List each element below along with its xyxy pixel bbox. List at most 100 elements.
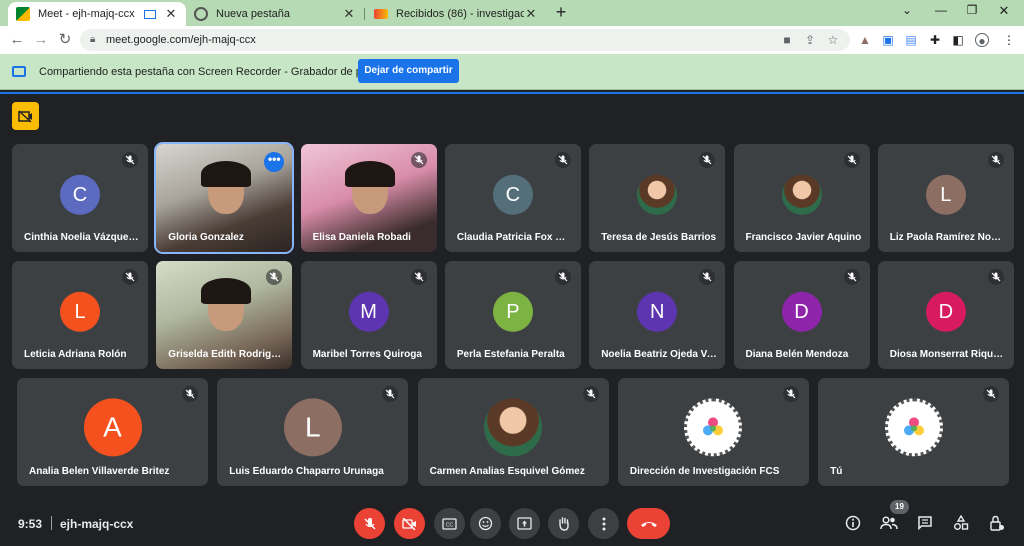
reactions-button[interactable] <box>470 508 501 539</box>
participant-tile[interactable]: C Claudia Patricia Fox Gallardo <box>444 144 581 252</box>
close-window-icon[interactable]: ✕ <box>993 3 1015 21</box>
back-icon[interactable]: ← <box>8 31 26 49</box>
mic-toggle-button[interactable] <box>354 508 385 539</box>
participant-name: Perla Estefania Peralta <box>456 349 565 360</box>
participant-tile[interactable]: Francisco Javier Aquino <box>733 144 870 252</box>
participant-avatar: L <box>283 398 342 457</box>
tab-search-icon[interactable]: ⌄ <box>896 3 918 21</box>
meeting-controls-bar: 9:53 ejh-majq-ccx CC 19 <box>0 500 1024 546</box>
raise-hand-button[interactable] <box>548 508 579 539</box>
participant-tile[interactable]: A Analia Belen Villaverde Britez <box>17 378 208 486</box>
browser-toolbar: ← → ↻ 🔒︎ meet.google.com/ejh-majq-ccx ■ … <box>0 26 1024 54</box>
chat-icon[interactable] <box>916 514 934 532</box>
more-vert-icon <box>602 517 605 530</box>
participant-photo-avatar <box>781 174 822 215</box>
participant-avatar: A <box>83 398 142 457</box>
reload-icon[interactable]: ↻ <box>56 31 74 49</box>
svg-text:CC: CC <box>446 522 454 528</box>
participant-name: Luis Eduardo Chaparro Urunaga <box>229 466 384 477</box>
muted-mic-icon <box>182 386 198 402</box>
participant-tile[interactable]: N Noelia Beatriz Ojeda Vera <box>589 261 726 369</box>
host-controls-icon[interactable] <box>988 514 1006 532</box>
people-icon[interactable] <box>880 514 898 532</box>
new-tab-icon[interactable]: + <box>552 3 570 23</box>
close-tab-icon[interactable]: ✕ <box>164 6 178 22</box>
url-text[interactable]: meet.google.com/ejh-majq-ccx <box>106 34 256 46</box>
leave-call-button[interactable] <box>627 508 670 539</box>
tab-meet[interactable]: Meet - ejh-majq-ccx ✕ <box>8 2 186 26</box>
meet-stage: C Cinthia Noelia Vázquez Rolón •••Gloria G… <box>0 92 1024 546</box>
participant-tile[interactable]: Tú <box>818 378 1010 486</box>
camera-icon[interactable]: ■ <box>780 33 794 47</box>
minimize-icon[interactable]: — <box>930 3 952 21</box>
muted-mic-icon <box>382 386 399 402</box>
participant-avatar: D <box>781 291 822 332</box>
participant-tile[interactable]: L Luis Eduardo Chaparro Urunaga <box>217 378 409 486</box>
participant-tile[interactable]: P Perla Estefania Peralta <box>444 261 581 369</box>
sharing-infobar: Compartiendo esta pestaña con Screen Rec… <box>0 54 1024 90</box>
bookmark-star-icon[interactable]: ☆ <box>826 33 840 47</box>
participant-tile[interactable]: L Liz Paola Ramírez Noguera <box>877 144 1014 252</box>
muted-mic-icon <box>987 152 1004 168</box>
restore-icon[interactable]: ❐ <box>961 3 983 21</box>
tab-title: Nueva pestaña <box>216 8 290 20</box>
muted-mic-icon <box>843 152 860 168</box>
tab-new[interactable]: Nueva pestaña ✕ <box>186 2 364 26</box>
participant-name: Dirección de Investigación FCS <box>629 466 780 477</box>
emoji-icon <box>478 516 493 531</box>
close-tab-icon[interactable]: ✕ <box>524 6 538 22</box>
recording-indicator-icon[interactable] <box>12 102 39 130</box>
extension-icon[interactable]: ▲ <box>858 33 872 47</box>
participant-hair <box>345 161 396 188</box>
muted-mic-icon <box>782 386 799 402</box>
participant-tile[interactable]: Griselda Edith Rodriguez <box>156 261 293 369</box>
captions-button[interactable]: CC <box>434 508 465 539</box>
muted-mic-icon <box>122 269 138 285</box>
recording-tab-icon <box>144 9 156 19</box>
docs-extension-icon[interactable]: ▤ <box>904 33 918 47</box>
extensions-puzzle-icon[interactable]: ✚ <box>928 33 942 47</box>
participant-tile[interactable]: M Maribel Torres Quiroga <box>300 261 437 369</box>
address-bar[interactable]: 🔒︎ meet.google.com/ejh-majq-ccx <box>80 29 850 51</box>
activities-icon[interactable] <box>952 514 970 532</box>
institution-logo-avatar <box>684 398 743 457</box>
extension-icon[interactable]: ▣ <box>881 33 895 47</box>
profile-avatar-icon[interactable]: ● <box>975 33 989 48</box>
participant-tile[interactable]: ••• Gloria Gonzalez <box>154 142 295 254</box>
lock-icon: 🔒︎ <box>90 34 96 45</box>
close-tab-icon[interactable]: ✕ <box>342 6 356 22</box>
tab-title: Meet - ejh-majq-ccx <box>38 8 135 20</box>
hang-up-icon <box>640 521 657 527</box>
globe-icon <box>194 7 208 21</box>
participant-tile[interactable]: D Diana Belén Mendoza <box>733 261 870 369</box>
screen-share-icon <box>12 66 26 77</box>
participant-tile[interactable]: Elisa Daniela Robadi <box>300 144 437 252</box>
participant-tile[interactable]: C Cinthia Noelia Vázquez Rolón <box>12 144 148 252</box>
camera-off-icon <box>402 517 416 530</box>
forward-icon[interactable]: → <box>32 31 50 49</box>
participant-name: Leticia Adriana Rolón <box>24 349 127 360</box>
participant-tile[interactable]: Dirección de Investigación FCS <box>617 378 809 486</box>
muted-mic-icon <box>122 152 138 168</box>
menu-kebab-icon[interactable]: ⋮ <box>1002 33 1016 47</box>
participant-tile[interactable]: Carmen Analias Esquivel Gómez <box>417 378 609 486</box>
camera-toggle-button[interactable] <box>394 508 425 539</box>
side-panel-icon[interactable]: ◧ <box>951 33 965 47</box>
participant-avatar: L <box>60 291 100 332</box>
participant-avatar: M <box>348 291 389 332</box>
participant-tile[interactable]: D Diosa Monserrat Riquelme <box>877 261 1014 369</box>
tab-gmail[interactable]: Recibidos (86) - investigacion@fc ✕ <box>366 2 546 26</box>
present-button[interactable] <box>509 508 540 539</box>
browser-tab-bar: Meet - ejh-majq-ccx ✕ Nueva pestaña ✕ Re… <box>0 0 1024 26</box>
stop-sharing-button[interactable]: Dejar de compartir <box>358 59 459 83</box>
participant-name: Analia Belen Villaverde Britez <box>29 466 170 477</box>
participant-tile[interactable]: Teresa de Jesús Barrios <box>589 144 726 252</box>
muted-mic-icon <box>410 152 427 168</box>
muted-mic-icon <box>987 269 1004 285</box>
share-icon[interactable]: ⇪ <box>803 33 817 47</box>
participant-photo-avatar <box>637 174 678 215</box>
participant-tile[interactable]: L Leticia Adriana Rolón <box>12 261 148 369</box>
meeting-details-icon[interactable] <box>844 514 862 532</box>
participant-name: Francisco Javier Aquino <box>745 232 862 243</box>
more-options-button[interactable] <box>588 508 619 539</box>
